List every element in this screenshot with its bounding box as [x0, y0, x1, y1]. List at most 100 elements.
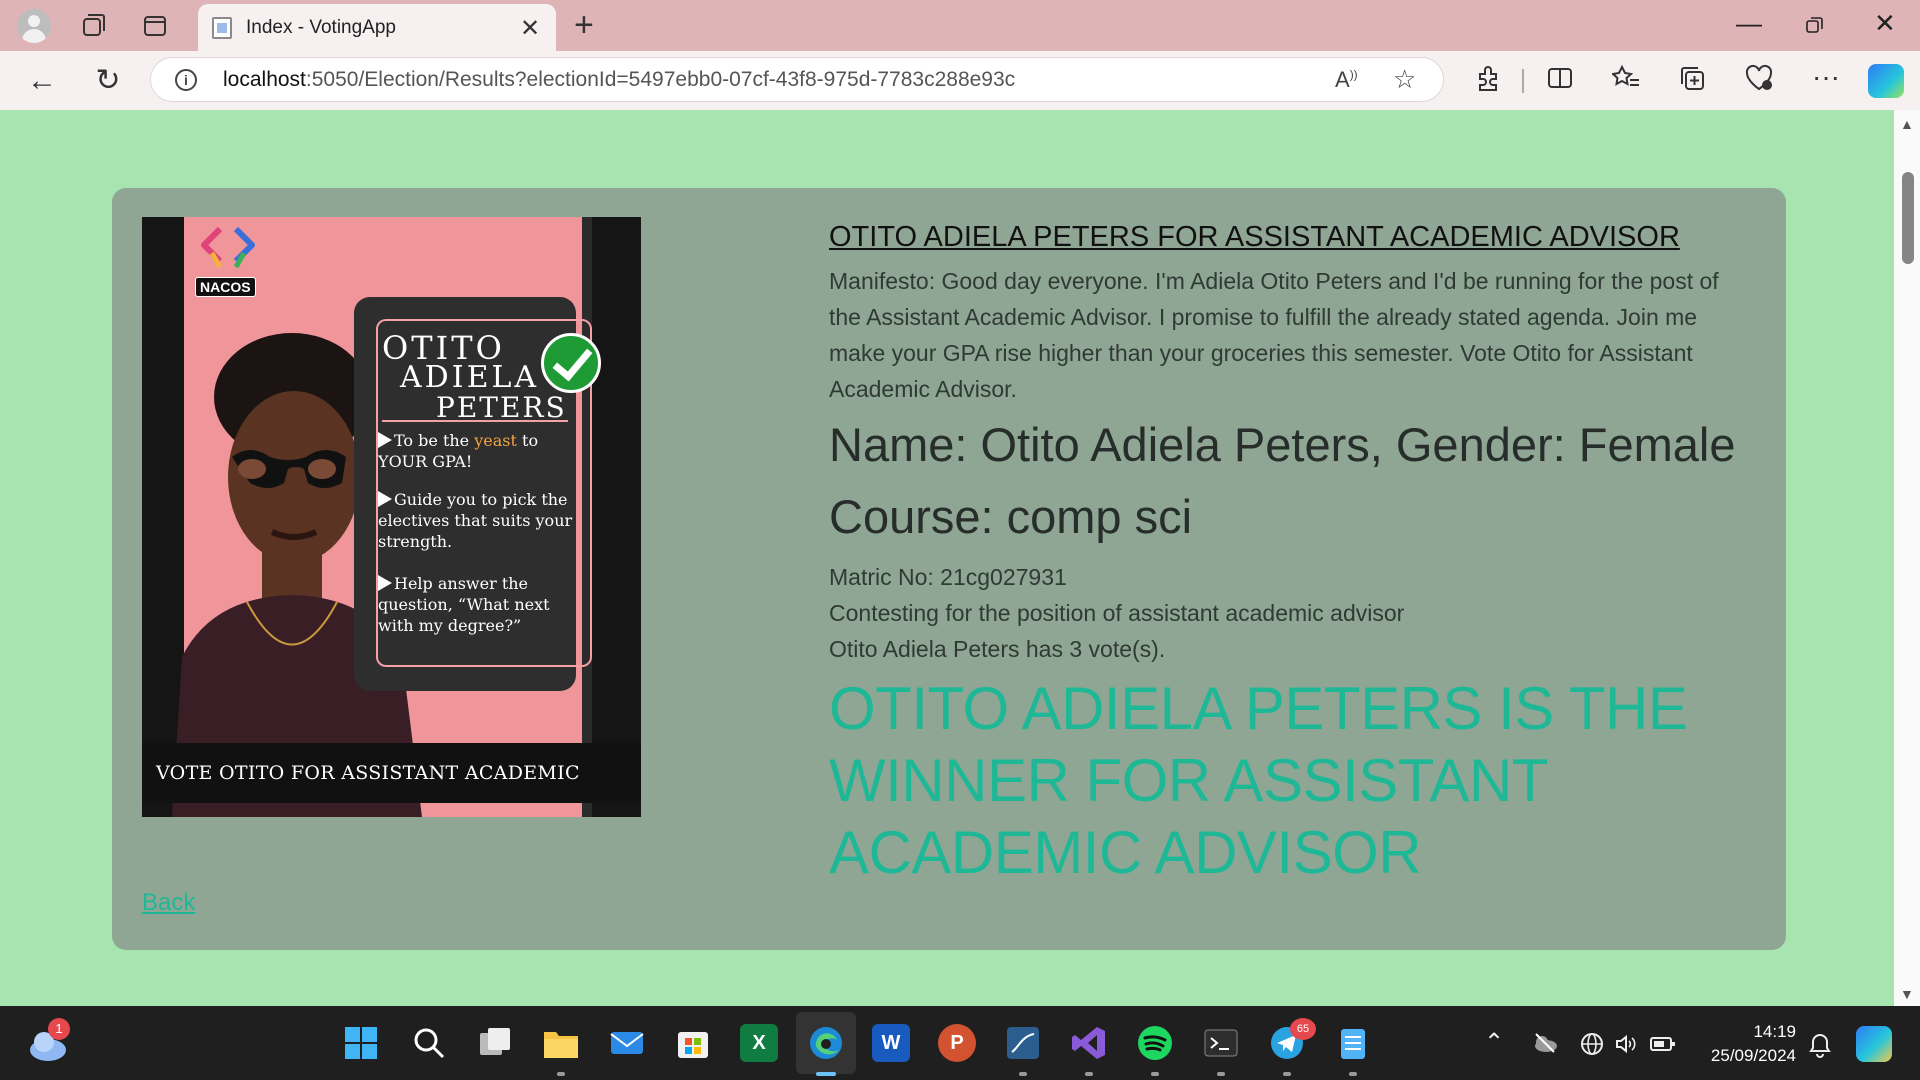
- volume-icon[interactable]: [1614, 1032, 1638, 1056]
- running-indicator: [1283, 1072, 1291, 1076]
- running-indicator: [1019, 1072, 1027, 1076]
- excel-icon[interactable]: X: [740, 1024, 778, 1062]
- vertical-scrollbar[interactable]: ▲ ▼: [1894, 110, 1920, 1006]
- spotify-icon[interactable]: [1136, 1024, 1174, 1062]
- battery-icon[interactable]: [1650, 1034, 1676, 1054]
- copilot-taskbar-icon[interactable]: [1856, 1026, 1892, 1062]
- edge-running-indicator: [816, 1072, 836, 1076]
- telegram-badge: 65: [1290, 1018, 1316, 1040]
- nacos-logo-icon: [201, 226, 255, 269]
- running-indicator: [1151, 1072, 1159, 1076]
- clock-time: 14:19: [1753, 1022, 1796, 1041]
- clock-date: 25/09/2024: [1710, 1046, 1796, 1065]
- toolbar-divider: [1522, 69, 1524, 93]
- poster-bullet-1: To be the yeast to YOUR GPA!: [378, 430, 578, 472]
- poster-candidate-name: OTITO ADIELA PETERS: [382, 329, 567, 424]
- notepad-icon[interactable]: [1334, 1024, 1372, 1062]
- poster-bullet-1-text-a: To be the: [394, 431, 475, 450]
- poster-name-line1: OTITO: [382, 329, 505, 367]
- new-tab-icon[interactable]: +: [574, 6, 594, 45]
- running-indicator: [1085, 1072, 1093, 1076]
- poster-bullet-3-text: Help answer the question, “What next wit…: [378, 574, 550, 635]
- nacos-logo-text: NACOS: [195, 277, 256, 297]
- network-icon[interactable]: [1580, 1032, 1604, 1056]
- collections-icon[interactable]: [1678, 64, 1706, 92]
- onedrive-icon[interactable]: [1532, 1032, 1558, 1054]
- candidate-manifesto: Manifesto: Good day everyone. I'm Adiela…: [829, 268, 1719, 402]
- close-tab-icon[interactable]: ✕: [520, 14, 540, 43]
- url-text[interactable]: localhost:5050/Election/Results?election…: [223, 68, 1015, 92]
- poster-bullet-3: Help answer the question, “What next wit…: [378, 573, 578, 636]
- back-icon[interactable]: ←: [24, 63, 60, 99]
- running-indicator: [1217, 1072, 1225, 1076]
- edge-icon[interactable]: [807, 1024, 845, 1062]
- task-view-icon[interactable]: [476, 1024, 514, 1062]
- winner-announcement: OTITO ADIELA PETERS IS THE WINNER FOR AS…: [829, 675, 1688, 886]
- checkmark-icon: [541, 333, 601, 393]
- store-icon[interactable]: [674, 1024, 712, 1062]
- poster-footer-banner: VOTE OTITO FOR ASSISTANT ACADEMIC ADVISO…: [142, 743, 641, 803]
- navigation-bar: ← ↻ i localhost:5050/Election/Results?el…: [0, 51, 1920, 110]
- profile-icon[interactable]: [17, 9, 51, 43]
- terminal-icon[interactable]: [1202, 1024, 1240, 1062]
- candidate-name-gender: Name: Otito Adiela Peters, Gender: Femal…: [829, 418, 1736, 471]
- taskbar: 1 X W P 65 ⌃ 14:19 25/09/2024: [0, 1006, 1920, 1080]
- read-aloud-icon[interactable]: A)): [1335, 67, 1358, 93]
- more-icon[interactable]: ···: [1812, 61, 1840, 93]
- candidate-details: OTITO ADIELA PETERS FOR ASSISTANT ACADEM…: [829, 217, 1749, 889]
- show-hidden-icons-chevron-icon[interactable]: ⌃: [1484, 1028, 1504, 1057]
- scrollbar-thumb[interactable]: [1902, 172, 1914, 264]
- sql-icon[interactable]: [1004, 1024, 1042, 1062]
- triangle-bullet-icon: [378, 575, 392, 591]
- extensions-icon[interactable]: [1474, 64, 1502, 92]
- system-clock[interactable]: 14:19 25/09/2024: [1700, 1020, 1796, 1068]
- candidate-matric: Matric No: 21cg027931: [829, 564, 1067, 590]
- copilot-icon[interactable]: [1868, 64, 1904, 98]
- candidate-heading: OTITO ADIELA PETERS FOR ASSISTANT ACADEM…: [829, 221, 1680, 253]
- browser-essentials-icon[interactable]: [1744, 64, 1774, 92]
- favorite-star-icon[interactable]: ☆: [1393, 64, 1416, 95]
- notification-bell-icon[interactable]: [1808, 1032, 1832, 1058]
- candidate-position: Contesting for the position of assistant…: [829, 600, 1405, 626]
- visual-studio-icon[interactable]: [1070, 1024, 1108, 1062]
- search-icon[interactable]: [410, 1024, 448, 1062]
- weather-badge: 1: [48, 1018, 70, 1040]
- poster-bullet-1-highlight: yeast: [474, 431, 517, 450]
- close-window-icon[interactable]: ✕: [1874, 8, 1896, 39]
- poster-bullet-2: Guide you to pick the electives that sui…: [378, 489, 578, 552]
- url-host: localhost: [223, 68, 306, 91]
- poster-name-line2: ADIELA: [400, 360, 540, 395]
- poster-bullet-2-text: Guide you to pick the electives that sui…: [378, 490, 573, 551]
- word-icon[interactable]: W: [872, 1024, 910, 1062]
- tab-title: Index - VotingApp: [246, 17, 396, 38]
- refresh-icon[interactable]: ↻: [90, 63, 126, 99]
- tab-active[interactable]: Index - VotingApp ✕: [198, 4, 556, 51]
- favorites-icon[interactable]: [1612, 64, 1640, 92]
- start-icon[interactable]: [342, 1024, 380, 1062]
- powerpoint-icon[interactable]: P: [938, 1024, 976, 1062]
- restore-icon[interactable]: [1806, 16, 1824, 34]
- running-indicator: [1349, 1072, 1357, 1076]
- url-path: :5050/Election/Results?electionId=5497eb…: [305, 68, 1016, 91]
- tab-actions-icon[interactable]: [140, 11, 170, 41]
- candidate-course: Course: comp sci: [829, 490, 1193, 543]
- poster-border-right: [592, 217, 641, 817]
- mail-icon[interactable]: [608, 1024, 646, 1062]
- poster-divider: [382, 420, 568, 422]
- workspaces-icon[interactable]: [78, 11, 108, 41]
- file-explorer-icon[interactable]: [542, 1024, 580, 1062]
- poster-name-line3: PETERS: [436, 391, 567, 424]
- address-bar[interactable]: i localhost:5050/Election/Results?electi…: [150, 57, 1444, 102]
- info-icon[interactable]: i: [175, 69, 197, 91]
- triangle-bullet-icon: [378, 432, 392, 448]
- campaign-poster: NACOS OTITO ADIELA PETERS To be the yeas…: [142, 217, 641, 817]
- scroll-up-icon[interactable]: ▲: [1900, 116, 1914, 132]
- split-screen-icon[interactable]: [1546, 64, 1574, 92]
- scroll-down-icon[interactable]: ▼: [1900, 986, 1914, 1002]
- back-link[interactable]: Back: [142, 889, 195, 917]
- candidate-vote-count: Otito Adiela Peters has 3 vote(s).: [829, 636, 1166, 662]
- triangle-bullet-icon: [378, 491, 392, 507]
- tab-strip: Index - VotingApp ✕ + — ✕: [0, 0, 1920, 51]
- running-indicator: [557, 1072, 565, 1076]
- minimize-icon[interactable]: —: [1736, 8, 1762, 39]
